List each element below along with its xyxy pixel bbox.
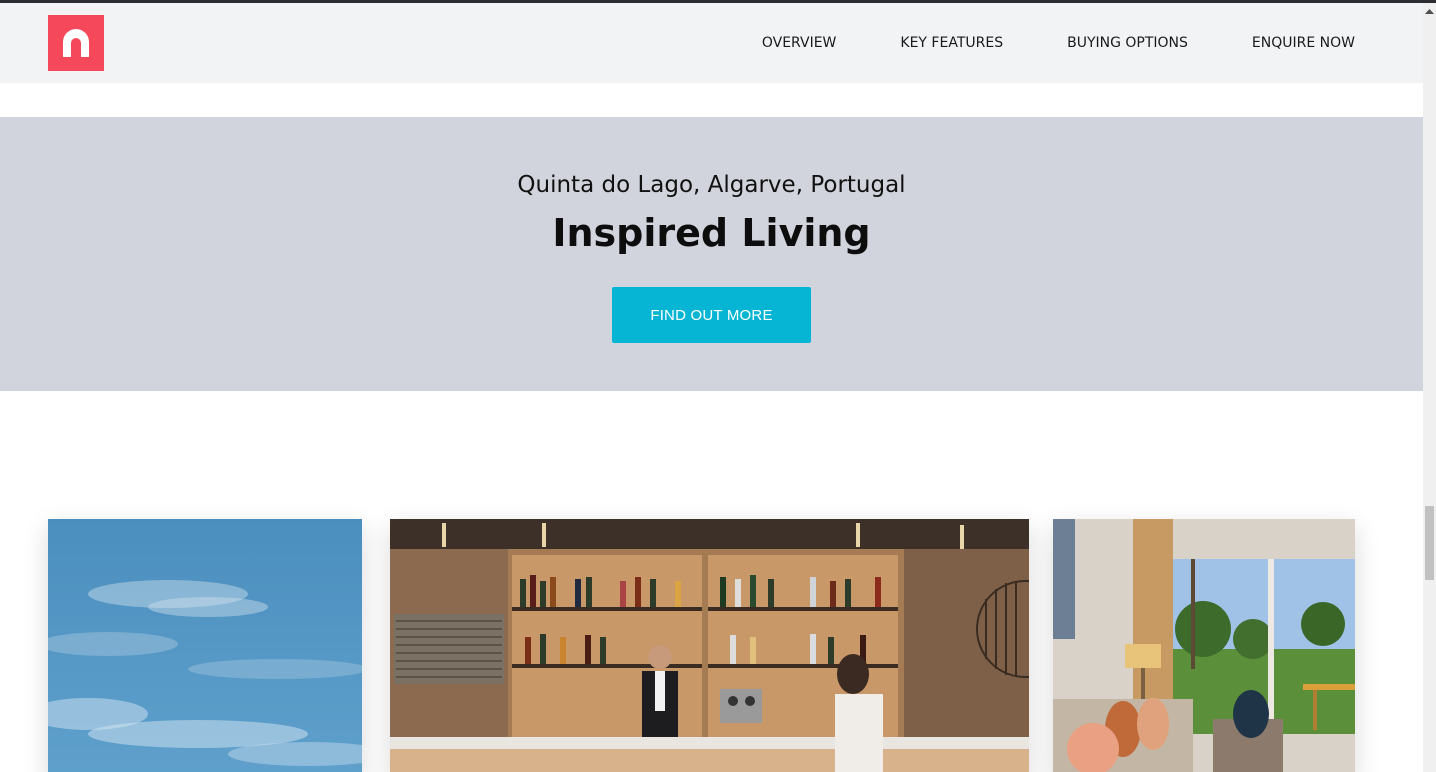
scroll-thumb[interactable]	[1425, 506, 1434, 580]
scroll-up-icon[interactable]	[1423, 3, 1436, 20]
brand-logo[interactable]	[48, 15, 104, 71]
page-viewport: OVERVIEW KEY FEATURES BUYING OPTIONS ENQ…	[0, 3, 1423, 772]
hero-title: Inspired Living	[552, 211, 871, 255]
gallery-image-living-room[interactable]	[1053, 519, 1355, 772]
nav-buying-options[interactable]: BUYING OPTIONS	[1067, 35, 1188, 51]
logo-arch-icon	[63, 29, 89, 57]
sky-photo	[48, 519, 362, 772]
find-out-more-button[interactable]: FIND OUT MORE	[612, 287, 811, 343]
site-header: OVERVIEW KEY FEATURES BUYING OPTIONS ENQ…	[0, 3, 1423, 83]
hero-section: Quinta do Lago, Algarve, Portugal Inspir…	[0, 117, 1423, 391]
living-room-photo	[1053, 519, 1355, 772]
gallery-image-bar[interactable]	[390, 519, 1029, 772]
nav-key-features[interactable]: KEY FEATURES	[900, 35, 1003, 51]
page-scrollbar[interactable]	[1423, 3, 1436, 772]
gallery-image-sky[interactable]	[48, 519, 362, 772]
main-nav: OVERVIEW KEY FEATURES BUYING OPTIONS ENQ…	[762, 3, 1355, 83]
nav-overview[interactable]: OVERVIEW	[762, 35, 837, 51]
nav-enquire-now[interactable]: ENQUIRE NOW	[1252, 35, 1355, 51]
bar-photo	[390, 519, 1029, 772]
hero-location: Quinta do Lago, Algarve, Portugal	[517, 172, 906, 198]
